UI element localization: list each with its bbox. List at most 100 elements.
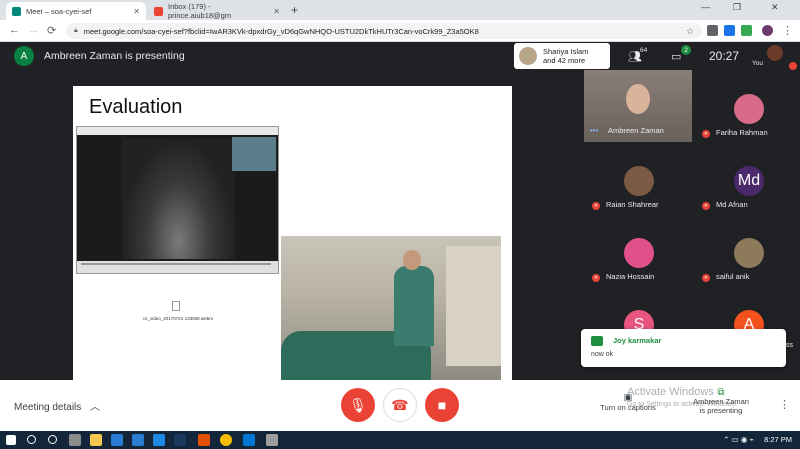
video-thumbnail — [232, 137, 276, 171]
file-explorer-icon[interactable] — [90, 434, 102, 446]
app-icon[interactable] — [132, 434, 144, 446]
chrome-icon[interactable] — [220, 434, 232, 446]
minimize-window-icon[interactable]: — — [701, 2, 710, 12]
participant-tile[interactable]: ••• Ambreen Zaman — [584, 70, 692, 142]
avatar — [624, 238, 654, 268]
avatar — [626, 84, 650, 114]
participant-name: Nazia Hossain — [606, 272, 655, 281]
mic-off-icon: ✕ — [702, 274, 710, 282]
present-line1: Ambreen Zaman — [693, 397, 749, 406]
participant-tile[interactable]: ✕ saiful anik — [694, 230, 800, 286]
self-avatar[interactable] — [767, 45, 783, 61]
edge-icon[interactable] — [153, 434, 165, 446]
captions-icon: ▣ — [623, 392, 633, 402]
tab-meet-title: Meet – soa-cyei-sef — [26, 6, 92, 16]
participants-preview-text: Shariya Islam and 42 more — [543, 47, 588, 65]
close-tab-icon[interactable]: ✕ — [273, 7, 280, 16]
meet-favicon-icon — [12, 6, 21, 16]
close-tab-icon[interactable]: ✕ — [133, 7, 140, 16]
mic-off-icon: ✕ — [592, 202, 600, 210]
participant-tile[interactable]: Md ✕ Md Afnan — [694, 158, 800, 214]
more-options-icon[interactable]: ⋮ — [779, 398, 790, 411]
participant-name: Shariya Islam — [543, 47, 589, 56]
lock-icon: 🔒︎ — [74, 27, 78, 34]
presenting-banner: Ambreen Zaman is presenting — [44, 50, 185, 62]
chat-sender: Joy karmakar — [613, 336, 662, 345]
extension-icon[interactable] — [707, 25, 718, 36]
chevron-up-icon: ︿ — [90, 402, 101, 413]
player-controls — [77, 261, 278, 273]
tray-icons[interactable]: ⌃ ▭ ◉ ⌁ — [723, 435, 754, 444]
participant-tile[interactable]: ✕ Raian Shahrear — [584, 158, 692, 214]
present-button[interactable]: ⧉ Ambreen Zaman is presenting — [688, 387, 754, 416]
participant-tile[interactable]: ✕ Nazia Hossain — [584, 230, 692, 286]
ultrasound-image — [122, 139, 235, 259]
leave-call-button[interactable]: ☎︎ — [383, 388, 417, 422]
extension-icon[interactable] — [724, 25, 735, 36]
camera-off-icon: ■ — [437, 397, 447, 413]
mic-toggle-button[interactable]: 🎙︎ — [341, 388, 375, 422]
participant-tile[interactable]: ✕ Fariha Rahman — [694, 86, 800, 142]
app-icon[interactable] — [243, 434, 255, 446]
search-icon[interactable] — [27, 435, 36, 444]
tab-inbox-title: Inbox (179) - prince.aiub18@gm — [168, 2, 232, 20]
participant-name: Ambreen Zaman — [608, 126, 664, 135]
player-title-bar — [77, 127, 278, 135]
presenter-avatar: A — [14, 46, 34, 66]
windows-start-icon[interactable] — [6, 435, 16, 445]
app-icon[interactable] — [266, 434, 278, 446]
participant-name: saiful anik — [716, 272, 750, 281]
meeting-details-label: Meeting details — [14, 402, 82, 413]
system-tray: ⌃ ▭ ◉ ⌁ 8:27 PM — [723, 435, 792, 444]
gmail-favicon-icon — [154, 6, 163, 16]
avatar — [734, 238, 764, 268]
avatar — [519, 47, 537, 65]
mic-off-icon: 🎙︎ — [349, 396, 367, 413]
avatar — [624, 166, 654, 196]
more-participants: and 42 more — [543, 56, 586, 65]
address-bar[interactable]: 🔒︎ meet.google.com/soa-cyei-sef?fbclid=I… — [66, 23, 702, 39]
browser-menu-icon[interactable]: ⋮ — [782, 24, 793, 37]
taskbar-clock[interactable]: 8:27 PM — [764, 435, 792, 444]
browser-toolbar: ← → ⟳ 🔒︎ meet.google.com/soa-cyei-sef?fb… — [0, 20, 800, 42]
profile-avatar[interactable] — [762, 25, 773, 36]
bookmark-star-icon[interactable]: ☆ — [686, 26, 694, 37]
restore-window-icon[interactable]: ❐ — [733, 2, 741, 13]
avatar: Md — [734, 166, 764, 196]
chat-notification[interactable]: Joy karmakar now ok — [581, 329, 786, 367]
app-icon[interactable] — [111, 434, 123, 446]
self-label: You — [752, 60, 763, 67]
extension-icon[interactable] — [741, 25, 752, 36]
camera-toggle-button[interactable]: ■ — [425, 388, 459, 422]
present-line2: is presenting — [699, 406, 743, 415]
chat-count-badge: 2 — [681, 45, 691, 55]
windows-taskbar: ⌃ ▭ ◉ ⌁ 8:27 PM — [0, 431, 800, 449]
back-button[interactable]: ← — [9, 24, 20, 36]
app-icon[interactable] — [174, 434, 186, 446]
app-icon[interactable] — [198, 434, 210, 446]
presentation-slide: Evaluation cs_video_20170721-133936.webm — [73, 86, 512, 381]
reload-button[interactable]: ⟳ — [47, 24, 56, 37]
truncated-name: ss — [786, 342, 793, 349]
meeting-details-button[interactable]: Meeting details ︿ — [14, 398, 100, 413]
forward-button[interactable]: → — [28, 24, 39, 36]
mic-off-icon: ✕ — [702, 202, 710, 210]
participants-preview[interactable]: Shariya Islam and 42 more — [514, 43, 610, 69]
present-screen-icon: ⧉ — [717, 387, 725, 398]
app-icon[interactable] — [69, 434, 81, 446]
browser-tab-strip: Meet – soa-cyei-sef ✕ Inbox (179) - prin… — [0, 0, 800, 20]
participant-name: Md Afnan — [716, 200, 748, 209]
task-view-icon[interactable] — [48, 435, 57, 444]
chat-icon[interactable]: ▭ — [671, 50, 681, 63]
avatar — [734, 94, 764, 124]
participant-name: Raian Shahrear — [606, 200, 659, 209]
url-text: meet.google.com/soa-cyei-sef?fbclid=IwAR… — [83, 26, 479, 36]
video-player-screenshot — [76, 126, 279, 274]
close-window-icon[interactable]: ✕ — [771, 2, 779, 13]
tab-inbox[interactable]: Inbox (179) - prince.aiub18@gm ✕ — [148, 2, 286, 20]
meeting-clock: 20:27 — [709, 49, 740, 63]
tab-meet[interactable]: Meet – soa-cyei-sef ✕ — [6, 2, 146, 20]
chat-bubble-icon — [591, 336, 603, 346]
new-tab-button[interactable]: + — [291, 3, 298, 17]
captions-button[interactable]: ▣ Turn on captions — [592, 392, 664, 412]
